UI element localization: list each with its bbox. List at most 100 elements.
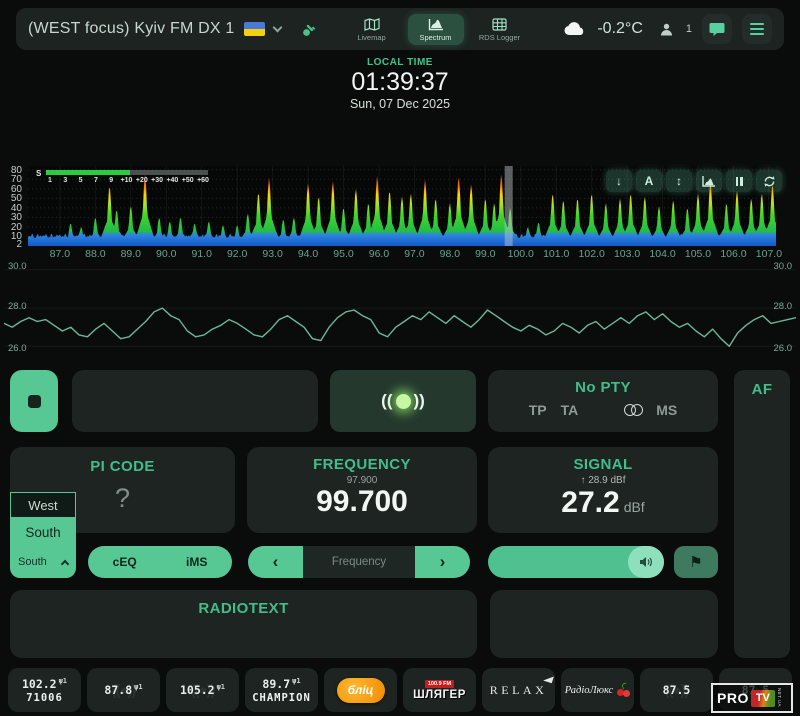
spectrum-x-tick: 89.0 bbox=[121, 248, 141, 260]
preset-button-5[interactable]: бліц bbox=[324, 668, 397, 712]
antenna-option-west[interactable]: West bbox=[10, 492, 76, 518]
s-meter-label: S bbox=[36, 169, 41, 178]
shlyager-name: ШЛЯГЕР bbox=[413, 689, 466, 701]
nav-spectrum-label: Spectrum bbox=[419, 33, 451, 42]
topbar-right: -0.2°C 1 bbox=[563, 14, 772, 44]
preset-button-1[interactable]: 102.2ψ171006 bbox=[8, 668, 81, 712]
s-meter-bar bbox=[46, 170, 208, 175]
stop-icon bbox=[28, 395, 41, 408]
watermark-tv: TV bbox=[751, 690, 775, 707]
stepper-mode-label[interactable]: Frequency bbox=[303, 546, 415, 578]
antenna-icon: ψ1 bbox=[292, 677, 300, 685]
spectrum-x-tick: 104.0 bbox=[649, 248, 675, 260]
preset-button-4[interactable]: 89.7ψ1CHAMPION bbox=[245, 668, 318, 712]
cherry-stem bbox=[622, 682, 628, 689]
spectrum-x-tick: 88.0 bbox=[85, 248, 105, 260]
flag-icon: ⚑ bbox=[689, 553, 702, 571]
local-time-value: 01:39:37 bbox=[0, 68, 800, 97]
key-icon[interactable] bbox=[301, 21, 318, 38]
cherries-icon bbox=[616, 683, 630, 697]
person-icon bbox=[659, 22, 674, 37]
signal-unit: dBf bbox=[624, 499, 645, 515]
af-panel: AF bbox=[734, 370, 790, 658]
autoscale-icon: ↕ bbox=[676, 174, 682, 188]
auto-mode-button[interactable]: A bbox=[636, 170, 662, 192]
nav-rds-logger[interactable]: RDS Logger bbox=[472, 14, 528, 45]
spectrum-x-tick: 101.0 bbox=[543, 248, 569, 260]
scroll-down-button[interactable]: ↓ bbox=[606, 170, 632, 192]
volume-knob[interactable] bbox=[628, 546, 664, 578]
preset-frequency: 87.5 bbox=[663, 683, 691, 697]
audio-stream-button[interactable]: (( )) bbox=[330, 370, 476, 432]
autoscale-button[interactable]: ↕ bbox=[666, 170, 692, 192]
preset-button-8[interactable]: РадіоЛюкс bbox=[561, 668, 634, 712]
ceq-toggle[interactable]: cEQ bbox=[113, 555, 137, 569]
ms-flag: MS bbox=[656, 402, 677, 418]
server-title: (WEST focus) Kyiv FM DX 1 bbox=[28, 20, 235, 38]
spectrum-x-tick: 106.0 bbox=[720, 248, 746, 260]
refresh-button[interactable] bbox=[756, 170, 782, 192]
preset-frequency: 102.2ψ1 bbox=[22, 677, 67, 691]
antenna-icon: ψ1 bbox=[217, 683, 225, 691]
preset-button-9[interactable]: ((●))87.5 bbox=[640, 668, 713, 712]
antenna-selected-value: South bbox=[18, 556, 62, 568]
preset-button-6[interactable]: 100.9 FMШЛЯГЕР bbox=[403, 668, 476, 712]
chat-button[interactable] bbox=[702, 14, 732, 44]
antenna-icon: ψ1 bbox=[134, 683, 142, 691]
radiolux-name: РадіоЛюкс bbox=[565, 685, 613, 696]
frequency-label: FREQUENCY bbox=[247, 456, 477, 473]
signal-history-chart bbox=[4, 266, 796, 354]
nav-rds-logger-label: RDS Logger bbox=[479, 33, 520, 42]
cloud-icon bbox=[563, 21, 587, 37]
blitz-logo: бліц bbox=[337, 678, 385, 703]
signal-panel: SIGNAL ↑ 28.9 dBf 27.2dBf bbox=[488, 447, 718, 533]
graph-style-button[interactable] bbox=[696, 170, 722, 192]
local-date: Sun, 07 Dec 2025 bbox=[0, 97, 800, 111]
s-meter-tick: +20 bbox=[136, 177, 148, 184]
speaker-icon bbox=[639, 556, 653, 568]
spectrum-x-tick: 91.0 bbox=[191, 248, 211, 260]
frequency-stepper: ‹ Frequency › bbox=[248, 546, 470, 578]
aux-panel bbox=[490, 590, 718, 658]
radiotext-label: RADIOTEXT bbox=[10, 600, 477, 617]
signal-peak: ↑ 28.9 dBf bbox=[488, 475, 718, 486]
menu-button[interactable] bbox=[742, 14, 772, 44]
map-icon bbox=[364, 18, 380, 31]
cherry bbox=[623, 690, 630, 697]
stop-button[interactable] bbox=[10, 370, 58, 432]
spectrum-x-tick: 97.0 bbox=[404, 248, 424, 260]
frequency-up-button[interactable]: › bbox=[415, 546, 470, 578]
ukraine-flag-icon bbox=[244, 22, 265, 36]
spectrum-x-tick: 100.0 bbox=[508, 248, 534, 260]
spectrum-x-tick: 94.0 bbox=[298, 248, 318, 260]
antenna-dropdown-trigger[interactable]: South bbox=[10, 546, 76, 578]
pi-code-label: PI CODE bbox=[10, 458, 235, 475]
ta-flag: TA bbox=[561, 402, 579, 418]
nav-livemap[interactable]: Livemap bbox=[344, 14, 400, 45]
volume-slider[interactable] bbox=[488, 546, 664, 578]
frequency-down-button[interactable]: ‹ bbox=[248, 546, 303, 578]
eq-ims-toggle[interactable]: cEQ iMS bbox=[88, 546, 232, 578]
auto-mode-icon: A bbox=[645, 174, 654, 188]
chevron-down-icon[interactable] bbox=[272, 23, 282, 33]
preset-button-3[interactable]: ((●))105.2ψ1 bbox=[166, 668, 239, 712]
report-flag-button[interactable]: ⚑ bbox=[674, 546, 718, 578]
preset-button-2[interactable]: ((●))87.8ψ1 bbox=[87, 668, 160, 712]
pty-panel: No PTY TP TA MS bbox=[488, 370, 718, 432]
shlyager-fm-tag: 100.9 FM bbox=[425, 680, 454, 688]
nav-spectrum[interactable]: Spectrum bbox=[408, 14, 464, 45]
spectrum-toolbar: ↓ A ↕ bbox=[606, 170, 782, 192]
spectrum-x-axis: 87.088.089.090.091.092.093.094.095.096.0… bbox=[0, 248, 800, 260]
spectrum-x-tick: 103.0 bbox=[614, 248, 640, 260]
weather-temperature: -0.2°C bbox=[597, 20, 643, 38]
antenna-icon: ψ1 bbox=[59, 677, 67, 685]
preset-row: 102.2ψ171006((●))87.8ψ1((●))105.2ψ189.7ψ… bbox=[8, 668, 792, 712]
preset-button-7[interactable]: RELAX bbox=[482, 668, 555, 712]
spectrum-chart-icon bbox=[428, 18, 444, 31]
chevron-up-icon bbox=[61, 559, 69, 567]
pause-button[interactable] bbox=[726, 170, 752, 192]
antenna-option-south[interactable]: South bbox=[10, 518, 76, 546]
ims-toggle[interactable]: iMS bbox=[186, 555, 207, 569]
signal-value: 27.2 bbox=[561, 486, 619, 519]
shlyager-logo: 100.9 FMШЛЯГЕР bbox=[413, 680, 466, 701]
